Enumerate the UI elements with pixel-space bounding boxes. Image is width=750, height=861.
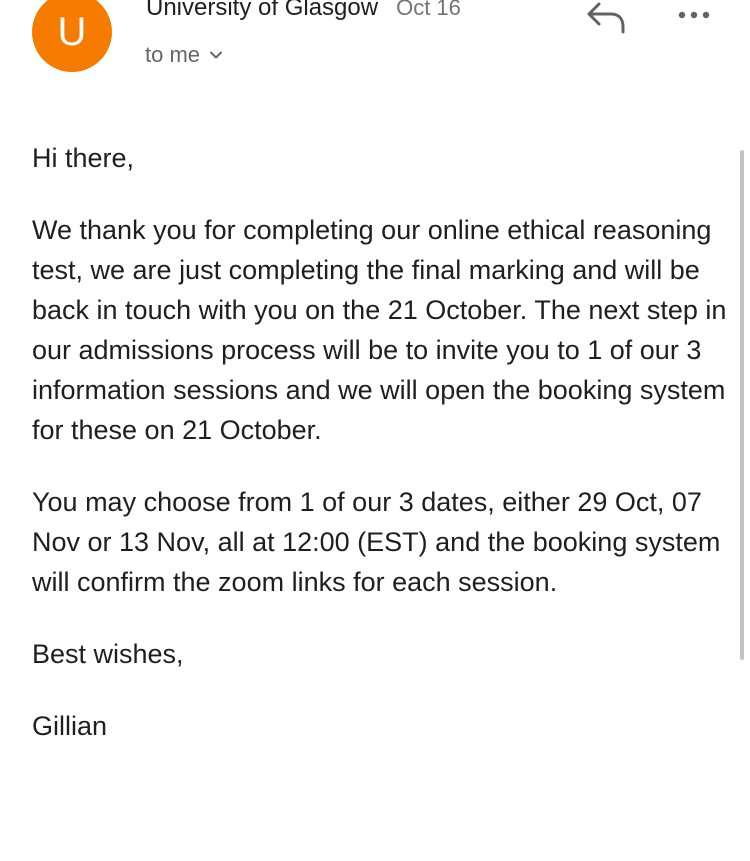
body-paragraph-2: You may choose from 1 of our 3 dates, ei… — [32, 487, 721, 597]
avatar-letter: U — [57, 10, 87, 54]
sender-line: University of Glasgow Oct 16 — [146, 0, 461, 24]
greeting: Hi there, — [32, 143, 135, 173]
email-view: U University of Glasgow Oct 16 to me Hi … — [0, 0, 750, 861]
recipient-label: to me — [145, 42, 201, 67]
body-paragraph-1: We thank you for completing our online e… — [32, 215, 727, 445]
chevron-down-icon — [210, 51, 223, 59]
signature: Gillian — [32, 711, 108, 741]
signoff: Best wishes, — [32, 639, 184, 669]
sender-name[interactable]: University of Glasgow — [146, 0, 378, 22]
reply-icon[interactable] — [585, 0, 629, 34]
scrollbar[interactable] — [740, 150, 744, 660]
recipient-toggle[interactable]: to me — [145, 40, 224, 70]
sent-date: Oct 16 — [396, 0, 461, 20]
more-options-icon[interactable] — [674, 2, 714, 28]
sender-avatar[interactable]: U — [32, 0, 112, 72]
email-body: Hi there, We thank you for completing ou… — [32, 138, 732, 778]
